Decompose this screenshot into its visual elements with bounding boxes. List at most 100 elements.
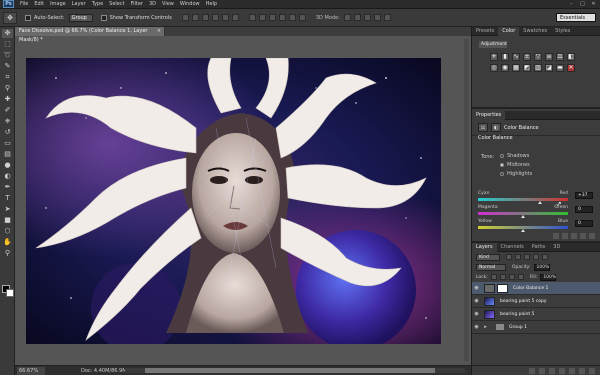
auto-select-checkbox[interactable]: [25, 14, 31, 21]
tab-layers[interactable]: Layers: [472, 242, 497, 252]
distribute-right-icon[interactable]: [298, 14, 306, 21]
black-white-icon[interactable]: ◧: [567, 53, 575, 61]
distribute-center-icon[interactable]: [288, 14, 296, 21]
document-tab[interactable]: Face Dissolve.psd @ 66.7% (Color Balance…: [15, 27, 165, 43]
layer-mask-thumbnail[interactable]: [497, 283, 508, 293]
background-color-swatch[interactable]: [6, 289, 14, 297]
link-layers-icon[interactable]: [529, 367, 535, 374]
move-tool-preset-icon[interactable]: ✥: [3, 11, 17, 24]
distribute-bottom-icon[interactable]: [268, 14, 276, 21]
align-left-icon[interactable]: [211, 14, 219, 21]
opacity-field[interactable]: 100%: [533, 263, 550, 271]
align-right-icon[interactable]: [231, 14, 239, 21]
cyan-red-slider[interactable]: Cyan Red: [478, 191, 568, 205]
magenta-green-knob[interactable]: [521, 215, 525, 218]
reset-icon[interactable]: [571, 233, 577, 239]
dodge-tool-icon[interactable]: ◐: [2, 172, 13, 181]
distribute-middle-icon[interactable]: [258, 14, 266, 21]
lasso-tool-icon[interactable]: ➰: [2, 51, 13, 60]
delete-adjustment-icon[interactable]: [589, 233, 595, 239]
blur-tool-icon[interactable]: ●: [2, 161, 13, 170]
layer-mask-icon[interactable]: ◐: [491, 123, 501, 132]
align-center-icon[interactable]: [221, 14, 229, 21]
lock-image-icon[interactable]: [499, 274, 506, 280]
3d-rotate-icon[interactable]: [343, 14, 351, 21]
shape-tool-icon[interactable]: ■: [2, 216, 13, 225]
hand-tool-icon[interactable]: ✋: [2, 238, 13, 247]
history-brush-tool-icon[interactable]: ↺: [2, 128, 13, 137]
vertical-scrollbar[interactable]: [464, 39, 469, 361]
align-middle-icon[interactable]: [191, 14, 199, 21]
align-top-icon[interactable]: [181, 14, 189, 21]
clip-to-layer-icon[interactable]: [553, 233, 559, 239]
auto-select-dropdown[interactable]: Group: [68, 13, 93, 22]
menu-edit[interactable]: Edit: [34, 1, 44, 7]
align-bottom-icon[interactable]: [201, 14, 209, 21]
hue-saturation-icon[interactable]: ≡: [545, 53, 553, 61]
eye-icon[interactable]: ◉: [472, 298, 481, 304]
menu-select[interactable]: Select: [109, 1, 124, 7]
menu-type[interactable]: Type: [92, 1, 103, 7]
eye-icon[interactable]: ◉: [472, 311, 481, 317]
magenta-green-slider[interactable]: Magenta Green: [478, 205, 568, 219]
image-canvas[interactable]: [26, 58, 441, 344]
tab-presets[interactable]: Presets: [472, 27, 498, 36]
tone-shadows-radio[interactable]: Shadows: [500, 153, 529, 159]
tab-swatches[interactable]: Swatches: [519, 27, 551, 36]
type-tool-icon[interactable]: T: [2, 194, 13, 203]
color-swatches[interactable]: [2, 285, 14, 297]
layer-row[interactable]: ◉ bearing paint 5: [472, 308, 600, 321]
marquee-tool-icon[interactable]: ⬚: [2, 40, 13, 49]
cyan-red-track[interactable]: [478, 198, 568, 201]
yellow-blue-slider[interactable]: Yellow Blue: [478, 219, 568, 233]
zoom-tool-icon[interactable]: ⚲: [2, 249, 13, 258]
quick-select-tool-icon[interactable]: ✎: [2, 62, 13, 71]
distribute-top-icon[interactable]: [248, 14, 256, 21]
photo-filter-icon[interactable]: ◎: [490, 64, 498, 72]
healing-brush-tool-icon[interactable]: ✚: [2, 95, 13, 104]
eye-icon[interactable]: ◉: [472, 285, 481, 291]
visibility-toggle-icon[interactable]: [580, 233, 586, 239]
adjustment-dropdown[interactable]: Adjustment: [479, 41, 507, 48]
menu-3d[interactable]: 3D: [149, 1, 156, 7]
new-adjustment-icon[interactable]: [559, 367, 565, 374]
menu-help[interactable]: Help: [206, 1, 217, 7]
path-selection-tool-icon[interactable]: ➤: [2, 205, 13, 214]
crop-tool-icon[interactable]: ⌗: [2, 73, 13, 82]
tab-channels[interactable]: Channels: [497, 243, 528, 252]
yellow-blue-value[interactable]: 0: [575, 220, 593, 227]
color-balance-icon[interactable]: ⚖: [556, 53, 564, 61]
3d-drag-icon[interactable]: [363, 14, 371, 21]
close-tab-icon[interactable]: ×: [157, 27, 161, 36]
view-previous-icon[interactable]: [562, 233, 568, 239]
tone-midtones-radio[interactable]: Midtones: [500, 162, 530, 168]
selective-color-icon[interactable]: ✕: [567, 64, 575, 72]
3d-scale-icon[interactable]: [383, 14, 391, 21]
3d-roll-icon[interactable]: [353, 14, 361, 21]
zoom-level-field[interactable]: 66.67%: [17, 366, 45, 375]
close-button[interactable]: ✕: [590, 1, 597, 7]
clone-stamp-tool-icon[interactable]: ⎈: [2, 117, 13, 126]
tab-paths[interactable]: Paths: [528, 243, 550, 252]
filter-type-icon[interactable]: [524, 254, 530, 260]
menu-file[interactable]: File: [20, 1, 28, 7]
posterize-icon[interactable]: ▥: [534, 64, 542, 72]
invert-icon[interactable]: ◩: [523, 64, 531, 72]
channel-mixer-icon[interactable]: ◉: [501, 64, 509, 72]
threshold-icon[interactable]: ◪: [545, 64, 553, 72]
blend-mode-dropdown[interactable]: Normal: [476, 263, 506, 271]
lock-transparent-icon[interactable]: [490, 274, 497, 280]
menu-filter[interactable]: Filter: [131, 1, 143, 7]
minimize-button[interactable]: –: [568, 1, 575, 7]
color-lookup-icon[interactable]: ▦: [512, 64, 520, 72]
layer-row[interactable]: ◉ bearing paint 5 copy: [472, 295, 600, 308]
cyan-red-knob[interactable]: [538, 201, 543, 204]
eraser-tool-icon[interactable]: ▭: [2, 139, 13, 148]
kind-filter-dropdown[interactable]: Kind: [476, 253, 500, 261]
filter-adjustment-icon[interactable]: [515, 254, 521, 260]
levels-icon[interactable]: ▮: [501, 53, 509, 61]
yellow-blue-knob[interactable]: [521, 229, 525, 232]
tab-3d[interactable]: 3D: [549, 243, 564, 252]
menu-image[interactable]: Image: [50, 1, 66, 7]
lock-position-icon[interactable]: [508, 274, 515, 280]
